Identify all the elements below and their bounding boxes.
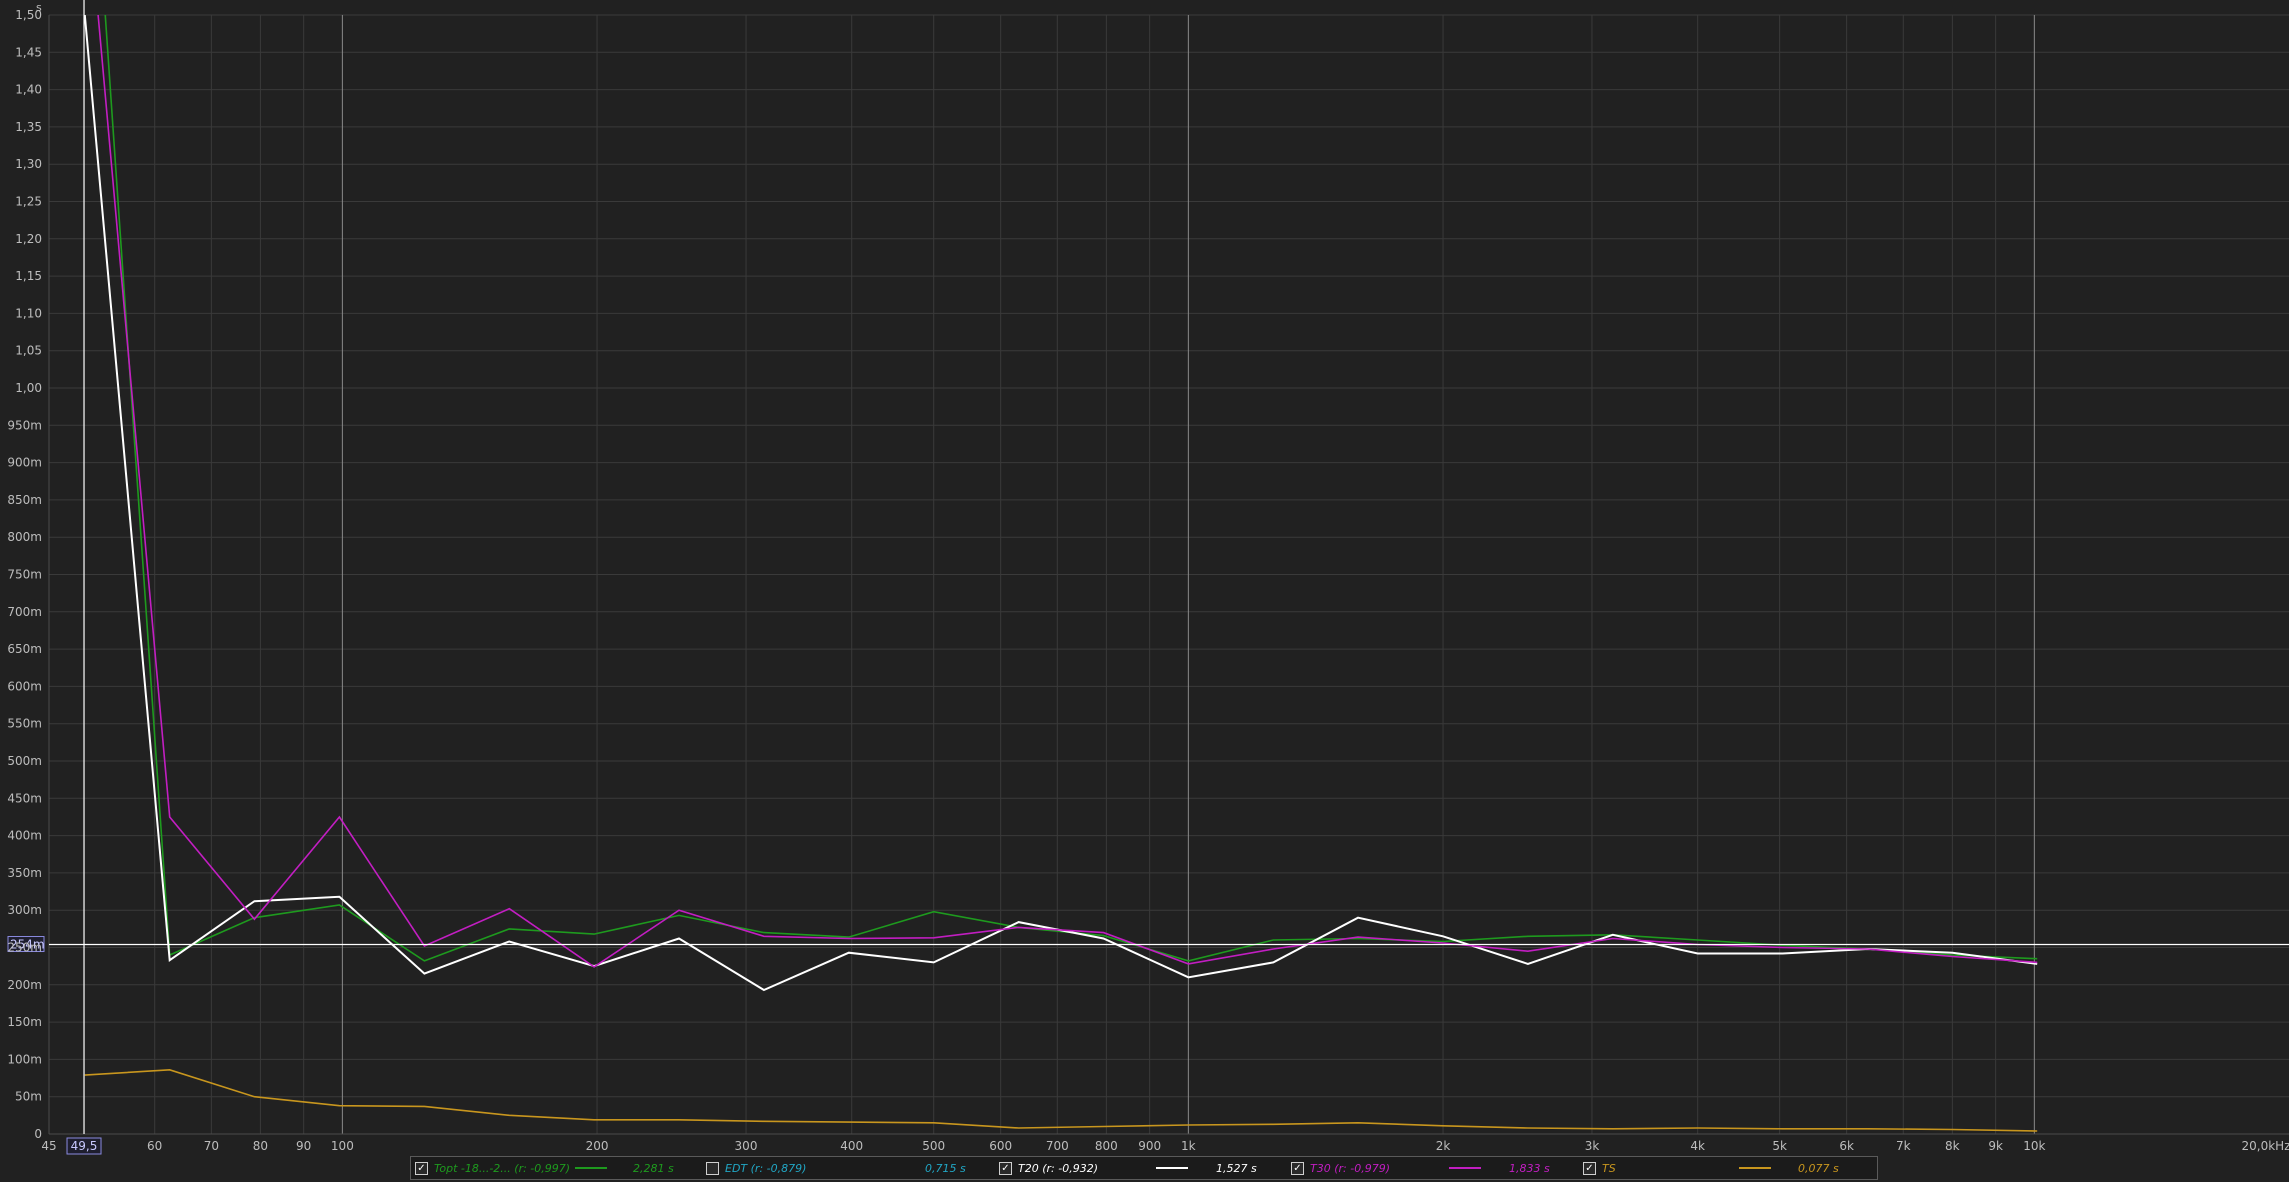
y-tick-label: 1,40 [15,83,42,97]
legend-swatch-t30 [1449,1167,1481,1169]
legend-swatch-topt [575,1167,607,1169]
y-tick-label: 550m [7,717,42,731]
x-tick-label: 600 [989,1139,1012,1153]
y-tick-label: 350m [7,866,42,880]
rt60-chart[interactable]: 254m49,5 1,501,451,401,351,301,251,201,1… [0,0,2289,1182]
cursor-x-label: 49,5 [71,1139,98,1153]
y-tick-label: 800m [7,530,42,544]
y-tick-label: 1,35 [15,120,42,134]
y-tick-label: 150m [7,1015,42,1029]
x-tick-label: 1k [1181,1139,1196,1153]
y-tick-label: 850m [7,493,42,507]
legend-checkbox-t20[interactable]: ✓ [999,1161,1012,1175]
x-tick-label: 2k [1436,1139,1451,1153]
x-tick-label: 900 [1138,1139,1161,1153]
y-tick-label: 1,45 [15,45,42,59]
y-tick-label: 400m [7,829,42,843]
x-tick-label: 800 [1095,1139,1118,1153]
legend-swatch-ts [1739,1167,1771,1169]
legend-value-t20: 1,527 s [1216,1161,1257,1175]
legend-value-topt: 2,281 s [633,1161,674,1175]
y-tick-label: 700m [7,605,42,619]
legend-label-topt: Topt -18...-2... (r: -0,997) [434,1161,571,1175]
legend-label-edt: EDT (r: -0,879) [725,1161,807,1175]
x-tick-label: 80 [253,1139,268,1153]
legend-item-t30[interactable]: ✓ T30 (r: -0,979) [1291,1157,1390,1179]
y-tick-label: 200m [7,978,42,992]
y-tick-label: 1,00 [15,381,42,395]
legend-value-ts: 0,077 s [1798,1161,1839,1175]
y-tick-label: 450m [7,791,42,805]
y-tick-label: 600m [7,679,42,693]
legend-swatch-t20 [1156,1167,1188,1169]
legend-checkbox-topt[interactable]: ✓ [415,1161,428,1175]
y-tick-label: 950m [7,418,42,432]
legend-bar: ✓ Topt -18...-2... (r: -0,997) 2,281 s E… [410,1156,1878,1180]
y-tick-label: 900m [7,456,42,470]
x-tick-label: 90 [296,1139,311,1153]
x-tick-label: 500 [922,1139,945,1153]
y-tick-label: 650m [7,642,42,656]
y-tick-label: 1,15 [15,269,42,283]
y-tick-label: 1,20 [15,232,42,246]
y-unit-label: s [36,1,42,14]
x-tick-label: 3k [1585,1139,1600,1153]
legend-checkbox-t30[interactable]: ✓ [1291,1161,1304,1175]
legend-value-t30: 1,833 s [1509,1161,1550,1175]
legend-item-ts[interactable]: ✓ TS [1583,1157,1616,1179]
x-tick-label: 7k [1896,1139,1911,1153]
chart-background [0,0,2289,1182]
x-tick-label: 70 [204,1139,219,1153]
legend-label-t20: T20 (r: -0,932) [1018,1161,1098,1175]
y-tick-label: 1,30 [15,157,42,171]
x-tick-label: 9k [1988,1139,2003,1153]
y-tick-label: 300m [7,903,42,917]
y-tick-label: 100m [7,1052,42,1066]
y-tick-label: 1,25 [15,195,42,209]
x-tick-label: 400 [840,1139,863,1153]
x-tick-label: 8k [1945,1139,1960,1153]
y-tick-label: 50m [15,1090,42,1104]
y-tick-label: 1,10 [15,306,42,320]
x-tick-label: 60 [147,1139,162,1153]
x-tick-label: 700 [1046,1139,1069,1153]
x-tick-label: 45 [41,1139,56,1153]
x-tick-label: 5k [1772,1139,1787,1153]
x-tick-label: 4k [1690,1139,1705,1153]
x-tick-label: 6k [1839,1139,1854,1153]
legend-checkbox-edt[interactable] [706,1161,719,1175]
y-tick-label: 250m [7,941,42,955]
legend-value-edt: 0,715 s [925,1161,966,1175]
legend-label-t30: T30 (r: -0,979) [1310,1161,1390,1175]
x-tick-label: 100 [331,1139,354,1153]
legend-item-topt[interactable]: ✓ Topt -18...-2... (r: -0,997) [415,1157,570,1179]
y-tick-label: 1,05 [15,344,42,358]
legend-item-edt[interactable]: EDT (r: -0,879) [706,1157,806,1179]
x-tick-label: 10k [2023,1139,2045,1153]
legend-label-ts: TS [1602,1161,1616,1175]
x-tick-label: 200 [586,1139,609,1153]
legend-checkbox-ts[interactable]: ✓ [1583,1161,1596,1175]
x-unit-label: 20,0kHz [2242,1139,2289,1153]
y-tick-label: 750m [7,568,42,582]
legend-item-t20[interactable]: ✓ T20 (r: -0,932) [999,1157,1098,1179]
y-tick-label: 500m [7,754,42,768]
x-tick-label: 300 [735,1139,758,1153]
